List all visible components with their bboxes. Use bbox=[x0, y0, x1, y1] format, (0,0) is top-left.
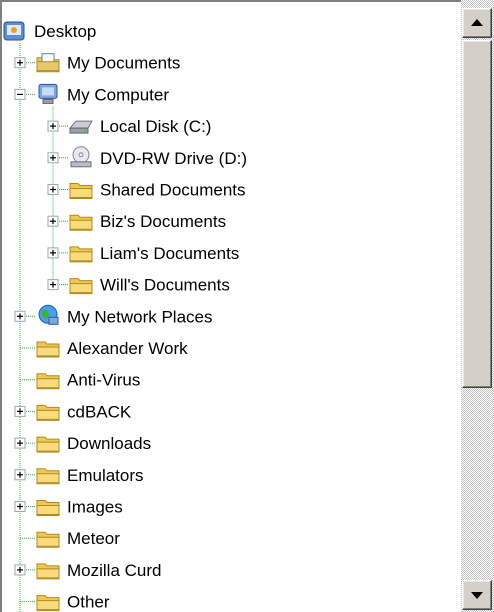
tree-row[interactable]: Anti-Virus bbox=[20, 371, 140, 390]
folder-icon bbox=[36, 563, 60, 580]
tree-row[interactable]: Other bbox=[20, 593, 110, 612]
folder-icon bbox=[36, 500, 60, 516]
collapse-icon[interactable] bbox=[14, 88, 26, 100]
scroll-up-button[interactable] bbox=[462, 8, 492, 38]
folder-icon bbox=[36, 595, 60, 612]
tree-row[interactable]: cdBACK bbox=[14, 402, 132, 421]
folder-tree-view[interactable]: Desktop My Documents My Computer Local Disk… bbox=[0, 0, 494, 612]
folder-icon bbox=[69, 278, 93, 295]
tree-item-label: cdBACK bbox=[67, 402, 132, 421]
folder-icon bbox=[69, 246, 93, 263]
folder-icon bbox=[36, 436, 60, 453]
tree-item-label: Biz's Documents bbox=[100, 212, 226, 231]
expand-icon[interactable] bbox=[14, 501, 26, 512]
tree-row[interactable]: Shared Documents bbox=[47, 181, 246, 200]
tree-row[interactable]: My Documents bbox=[14, 53, 180, 73]
expand-icon[interactable] bbox=[47, 279, 59, 291]
expand-icon[interactable] bbox=[47, 184, 59, 195]
expand-icon[interactable] bbox=[14, 469, 26, 481]
scroll-up-arrow-icon bbox=[471, 19, 483, 26]
dvd-drive-icon bbox=[70, 146, 92, 168]
my-documents-icon bbox=[36, 53, 60, 73]
tree-row[interactable]: Local Disk (C:) bbox=[47, 117, 211, 136]
scroll-down-arrow-icon bbox=[471, 592, 483, 599]
tree-item-label: Other bbox=[67, 593, 110, 612]
expand-icon[interactable] bbox=[14, 437, 26, 449]
tree-item-label: Downloads bbox=[67, 434, 151, 453]
folder-icon bbox=[69, 214, 93, 231]
tree-item-label: My Network Places bbox=[67, 307, 212, 326]
tree-row[interactable]: Images bbox=[14, 498, 123, 517]
expand-icon[interactable] bbox=[14, 564, 26, 576]
expand-icon[interactable] bbox=[47, 152, 59, 164]
tree-row[interactable]: Will's Documents bbox=[47, 276, 230, 295]
folder-icon bbox=[36, 531, 60, 548]
scroll-down-button[interactable] bbox=[462, 580, 492, 610]
folder-icon bbox=[36, 468, 60, 485]
tree-item-label: Shared Documents bbox=[100, 181, 246, 200]
tree-item-label: Meteor bbox=[67, 529, 120, 548]
tree-item-label: My Computer bbox=[67, 85, 169, 104]
folder-icon bbox=[36, 373, 60, 390]
tree-item-label: Will's Documents bbox=[100, 276, 230, 295]
tree-row[interactable]: My Computer bbox=[14, 83, 169, 104]
folder-icon bbox=[36, 404, 60, 421]
hard-disk-icon bbox=[68, 120, 93, 134]
tree-item-label: Local Disk (C:) bbox=[100, 117, 211, 136]
tree-row[interactable]: DVD-RW Drive (D:) bbox=[47, 146, 247, 168]
tree-item-label: Emulators bbox=[67, 466, 144, 485]
tree-row[interactable]: Mozilla Curd bbox=[14, 561, 161, 580]
tree-item-label: Images bbox=[67, 498, 123, 517]
expand-icon[interactable] bbox=[47, 247, 59, 259]
expand-icon[interactable] bbox=[14, 57, 26, 69]
tree-item-label: Mozilla Curd bbox=[67, 561, 161, 580]
tree-row[interactable]: Downloads bbox=[14, 434, 151, 453]
expand-icon[interactable] bbox=[14, 310, 26, 322]
tree-row[interactable]: Biz's Documents bbox=[47, 212, 226, 231]
expand-icon[interactable] bbox=[47, 120, 59, 132]
my-computer-icon bbox=[38, 83, 58, 104]
tree-row[interactable]: Emulators bbox=[14, 466, 144, 485]
scroll-thumb[interactable] bbox=[462, 40, 492, 388]
tree-item-label: Liam's Documents bbox=[100, 244, 239, 263]
tree-row[interactable]: Alexander Work bbox=[20, 339, 188, 358]
tree-row[interactable]: Desktop bbox=[3, 21, 96, 41]
tree-row[interactable]: Meteor bbox=[20, 529, 120, 548]
desktop-icon bbox=[3, 21, 25, 41]
tree-item-label: Anti-Virus bbox=[67, 371, 140, 390]
tree-item-label: DVD-RW Drive (D:) bbox=[100, 149, 247, 168]
folder-icon bbox=[69, 183, 93, 199]
tree-row[interactable]: Liam's Documents bbox=[47, 244, 239, 263]
tree-item-label: Alexander Work bbox=[67, 339, 188, 358]
folder-icon bbox=[36, 341, 60, 358]
vertical-scrollbar[interactable] bbox=[461, 0, 494, 612]
tree-item-label: My Documents bbox=[67, 54, 180, 73]
expand-icon[interactable] bbox=[47, 215, 59, 227]
network-places-icon bbox=[38, 304, 59, 325]
tree-canvas: Desktop My Documents My Computer Local Disk… bbox=[3, 21, 247, 612]
expand-icon[interactable] bbox=[14, 405, 26, 417]
tree-row[interactable]: My Network Places bbox=[14, 304, 212, 326]
tree-item-label: Desktop bbox=[34, 22, 96, 41]
